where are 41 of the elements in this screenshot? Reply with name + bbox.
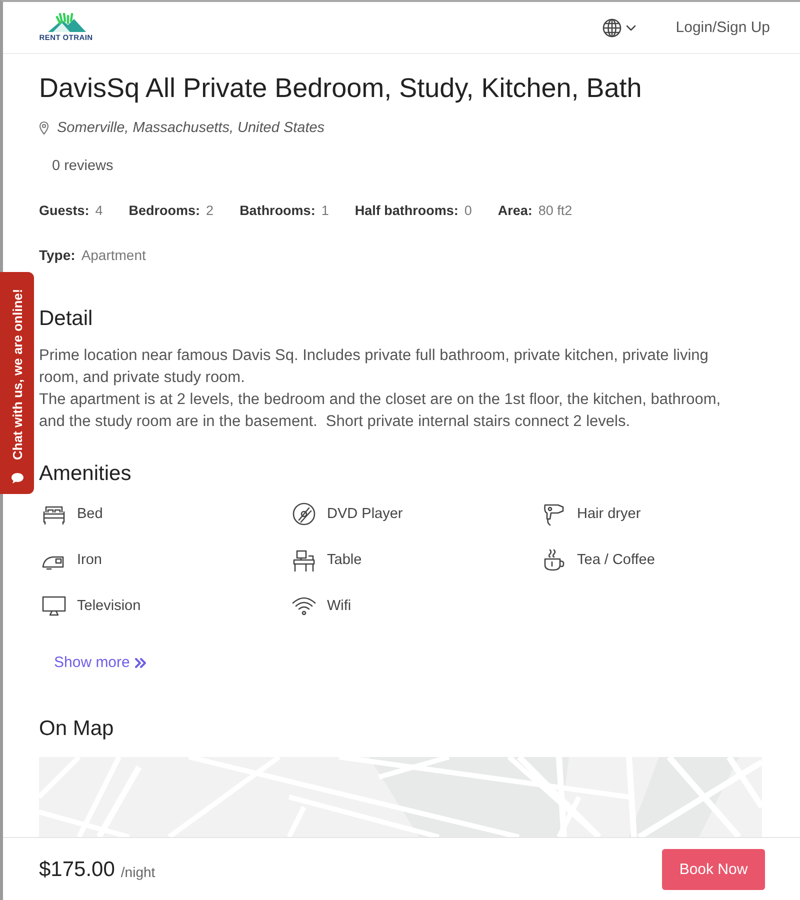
disc-icon xyxy=(291,501,317,527)
amenity-label: Bed xyxy=(77,506,103,522)
description-text: Prime location near famous Davis Sq. Includes private full bathroom, private kitchen, private living room, and private study room. xyxy=(39,346,710,388)
amenity-label: Hair dryer xyxy=(577,506,641,522)
description-text: The apartment is at 2 levels, the bedroom and the closet are on the 1st floor, the kitchen, bathroom, and the study room are in the basement. Short private internal stairs connect 2 levels. xyxy=(39,390,722,432)
listing-title: DavisSq All Private Bedroom, Study, Kitchen, Bath xyxy=(39,72,643,104)
type-label: Type: xyxy=(39,246,76,265)
double-chevron-right-icon xyxy=(134,658,146,668)
spec-value: 0 xyxy=(464,202,472,220)
price-amount: $175.00 xyxy=(39,858,115,882)
globe-icon xyxy=(602,18,622,38)
amenity-label: Table xyxy=(327,552,362,568)
speech-bubble-icon xyxy=(10,472,24,484)
spec-label: Bathrooms: xyxy=(240,202,316,220)
show-more-link[interactable]: Show more xyxy=(54,653,146,673)
review-count: 0 reviews xyxy=(51,157,114,176)
book-now-button[interactable]: Book Now xyxy=(662,849,765,890)
spec-label: Guests: xyxy=(39,202,90,220)
spec-value: 2 xyxy=(206,202,214,220)
section-heading: On Map xyxy=(39,716,115,742)
chevron-down-icon xyxy=(626,24,636,30)
amenity-label: DVD Player xyxy=(327,506,403,522)
spec-value: 4 xyxy=(95,202,103,220)
amenity-label: Tea / Coffee xyxy=(577,552,655,568)
section-heading: Amenities xyxy=(39,461,132,487)
amenity-label: Iron xyxy=(77,552,102,568)
login-link[interactable]: Login/Sign Up xyxy=(676,19,770,36)
language-button[interactable] xyxy=(602,18,636,38)
section-heading: Detail xyxy=(39,306,94,332)
spec-label: Bedrooms: xyxy=(128,202,200,220)
location-pin-icon xyxy=(39,121,49,135)
spec-label: Area: xyxy=(498,202,532,220)
spec-value: 80 ft2 xyxy=(538,202,572,220)
amenity-label: Television xyxy=(77,598,141,614)
type-value: Apartment xyxy=(81,246,146,265)
spec-value: 1 xyxy=(321,202,329,220)
price-unit: /night xyxy=(120,864,156,880)
location-text: Somerville, Massachusetts, United States xyxy=(57,120,325,136)
spec-label: Half bathrooms: xyxy=(354,202,458,220)
amenity-label: Wifi xyxy=(327,598,352,614)
chat-tab-button[interactable]: Chat with us, we are online! xyxy=(0,272,34,494)
